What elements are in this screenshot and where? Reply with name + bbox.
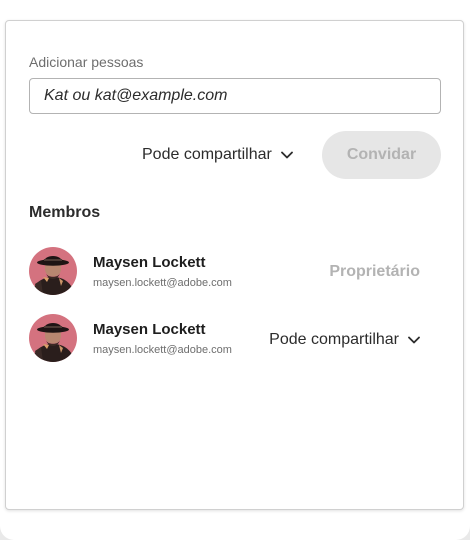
member-row: Maysen Lockett maysen.lockett@adobe.com … <box>29 314 441 364</box>
member-email: maysen.lockett@adobe.com <box>93 277 232 289</box>
invite-button[interactable]: Convidar <box>322 131 441 179</box>
add-people-input[interactable] <box>29 78 441 114</box>
invite-permission-value: Pode compartilhar <box>142 146 272 163</box>
member-permission-picker[interactable]: Pode compartilhar <box>269 328 420 352</box>
avatar <box>29 314 77 362</box>
owner-role-label: Proprietário <box>329 263 420 280</box>
add-people-label: Adicionar pessoas <box>29 54 144 70</box>
members-heading: Membros <box>29 204 101 221</box>
member-email: maysen.lockett@adobe.com <box>93 344 232 356</box>
member-name: Maysen Lockett <box>93 254 206 271</box>
chevron-down-icon <box>280 151 293 159</box>
invite-permission-picker[interactable]: Pode compartilhar <box>142 143 293 167</box>
member-name: Maysen Lockett <box>93 321 206 338</box>
chevron-down-icon <box>408 336 420 344</box>
member-permission-value: Pode compartilhar <box>269 331 399 348</box>
avatar <box>29 247 77 295</box>
member-row: Maysen Lockett maysen.lockett@adobe.com … <box>29 247 441 297</box>
share-dialog: Adicionar pessoas Pode compartilhar Conv… <box>5 20 464 510</box>
